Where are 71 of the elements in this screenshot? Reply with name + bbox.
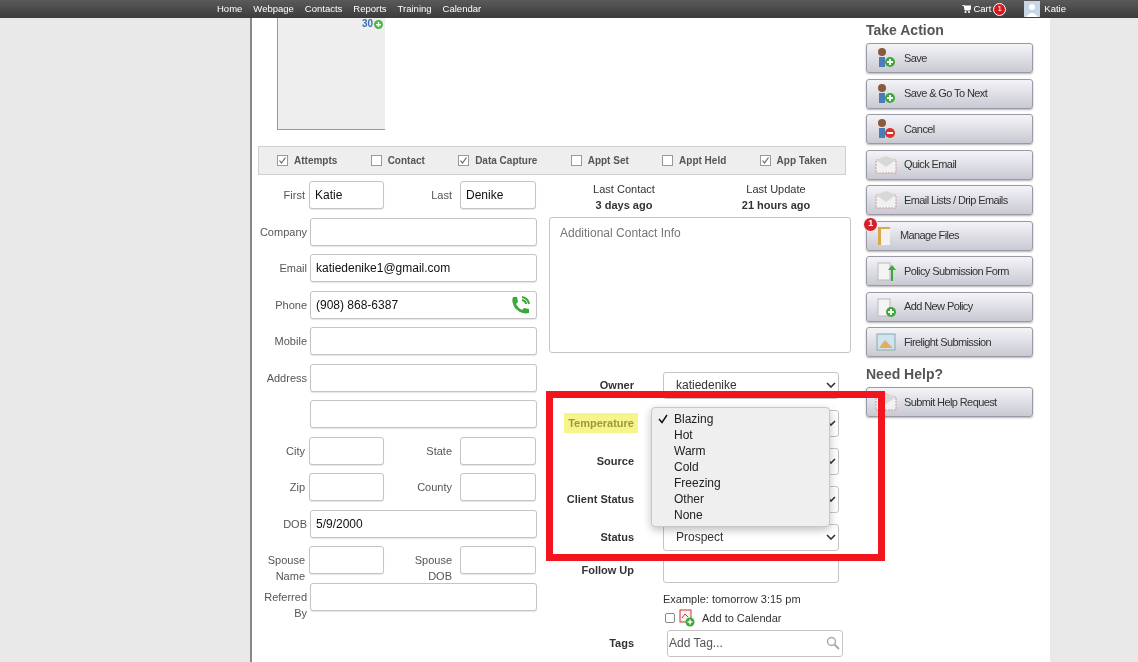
dropdown-option[interactable]: Cold (652, 459, 829, 475)
text-field[interactable]: Denike (460, 181, 536, 209)
field-label: Email (278, 261, 308, 276)
info-value: 3 days ago (595, 198, 653, 213)
select-label: Follow Up (580, 563, 635, 578)
milestone-checkbox[interactable]: App Taken (759, 153, 827, 168)
dropdown-option[interactable]: Freezing (652, 475, 829, 491)
cart-badge: 1 (993, 2, 1007, 16)
field-label: County (416, 480, 453, 495)
calendar-label: Add to Calendar (702, 610, 782, 626)
tag-field[interactable]: Add Tag... (667, 629, 843, 657)
field-label: Phone (274, 297, 308, 313)
select-label: Client Status (565, 491, 635, 507)
field-label: DOB (282, 516, 308, 532)
dropdown-option[interactable]: None (652, 507, 829, 523)
field-label: First (282, 188, 306, 203)
action-button[interactable]: Manage Files 1 (866, 220, 1033, 251)
nav-link[interactable]: Contacts (304, 1, 343, 17)
select-label: Owner (598, 377, 635, 393)
field-label: Company (258, 224, 308, 240)
milestone-checkbox[interactable]: Attempts (277, 153, 338, 168)
field-label: State (425, 443, 453, 459)
field-label: Zip (288, 480, 306, 495)
select-label: Status (599, 529, 635, 545)
info-label: Last Contact (593, 182, 655, 197)
dropdown-option[interactable]: Warm (652, 443, 829, 459)
user-name[interactable]: Katie (1044, 1, 1066, 17)
milestone-checkbox[interactable]: Appt Held (662, 153, 727, 168)
action-button[interactable]: Cancel (866, 114, 1033, 144)
notes-field[interactable]: Additional Contact Info (549, 217, 851, 353)
nav-link[interactable]: Calendar (442, 1, 482, 17)
action-button[interactable]: Add New Policy (866, 291, 1033, 322)
notification-badge: 1 (863, 216, 878, 232)
text-field[interactable]: 5/9/2000 (310, 509, 537, 538)
action-button[interactable]: Save & Go To Next (866, 78, 1033, 109)
text-field[interactable]: Katie (309, 181, 384, 209)
dropdown-option[interactable]: Blazing (652, 411, 829, 427)
section-heading: Need Help? (866, 366, 944, 382)
field-label: Last (430, 188, 453, 203)
section-heading: Take Action (866, 22, 945, 38)
nav-link[interactable]: Home (217, 1, 243, 17)
action-button[interactable]: Save (866, 43, 1033, 73)
cart-link[interactable]: Cart (962, 1, 992, 17)
field-label: Referred By (263, 589, 308, 621)
info-value: 21 hours ago (741, 198, 811, 213)
nav-link[interactable]: Reports (353, 1, 387, 17)
action-button[interactable]: Email Lists / Drip Emails (866, 185, 1033, 215)
milestone-checkbox[interactable]: Contact (370, 153, 425, 168)
select-label: Temperature (564, 412, 638, 434)
action-button[interactable]: Quick Email (866, 149, 1033, 180)
field-label: Spouse Name (266, 553, 306, 584)
action-button[interactable]: Policy Submission Form (866, 256, 1033, 286)
photo-count: 30 (361, 19, 373, 29)
field-label: Spouse DOB (413, 553, 453, 584)
field-label: Mobile (273, 334, 308, 349)
select-label: Source (595, 453, 635, 469)
field-label: Address (265, 370, 308, 386)
follow-up-hint: Example: tomorrow 3:15 pm (663, 592, 802, 606)
select-label: Tags (608, 635, 635, 651)
milestone-checkbox[interactable]: Appt Set (570, 153, 629, 168)
action-button[interactable]: Firelight Submission (866, 327, 1033, 357)
nav-link[interactable]: Training (397, 1, 432, 17)
dropdown-option[interactable]: Other (652, 491, 829, 507)
text-field[interactable]: katiedenike1@gmail.com (310, 254, 537, 282)
dropdown-option[interactable]: Hot (652, 427, 829, 443)
field-label: City (285, 443, 306, 459)
action-button[interactable]: Submit Help Request (866, 387, 1033, 417)
milestone-checkbox[interactable]: Data Capture (458, 153, 538, 168)
nav-link[interactable]: Webpage (253, 1, 294, 17)
info-label: Last Update (746, 182, 806, 197)
phone-field[interactable]: (908) 868-6387 (310, 290, 537, 319)
